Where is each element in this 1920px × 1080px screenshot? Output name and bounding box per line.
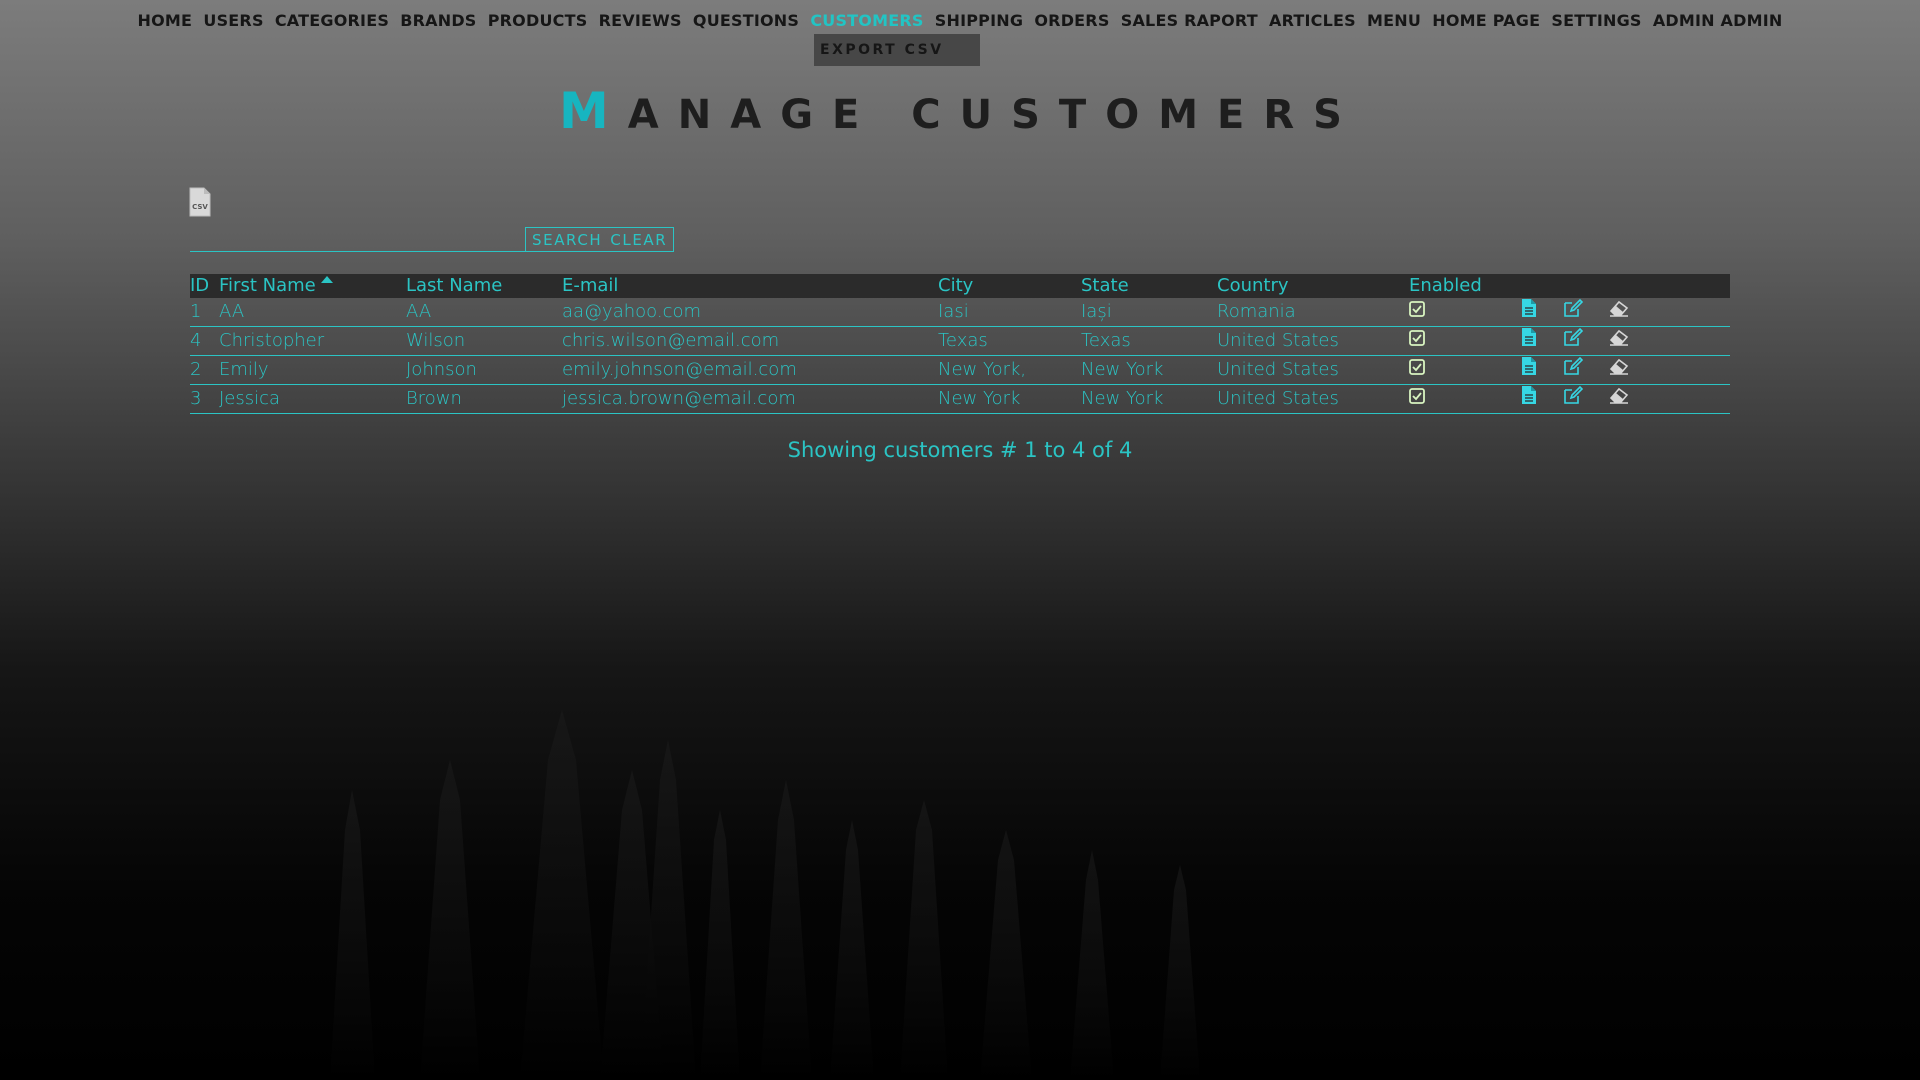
cell-last-name: Johnson <box>406 355 562 385</box>
page-title-rest: ANAGE CUSTOMERS <box>627 92 1361 138</box>
details-icon[interactable] <box>1521 356 1537 384</box>
column-header-last-name[interactable]: Last Name <box>406 274 562 298</box>
search-form: SEARCH CLEAR <box>190 226 685 252</box>
nav-item-account[interactable]: ADMIN ADMIN <box>1647 8 1788 33</box>
csv-file-icon[interactable]: CSV <box>189 187 211 217</box>
column-header-enabled[interactable]: Enabled <box>1409 274 1521 298</box>
cell-id: 2 <box>190 355 219 385</box>
cell-actions <box>1521 355 1730 385</box>
cell-actions <box>1521 384 1730 414</box>
edit-icon[interactable] <box>1563 385 1583 413</box>
cell-email: emily.johnson@email.com <box>562 355 938 385</box>
nav-item-orders[interactable]: ORDERS <box>1029 8 1115 33</box>
nav-item-menu[interactable]: MENU <box>1361 8 1426 33</box>
cell-actions <box>1521 326 1730 356</box>
column-header-id[interactable]: ID <box>190 274 219 298</box>
enabled-checkbox-icon[interactable] <box>1409 357 1425 383</box>
sort-ascending-icon <box>320 276 333 283</box>
cell-country: United States <box>1217 326 1409 356</box>
forest-background <box>0 640 1920 1080</box>
details-icon[interactable] <box>1521 385 1537 413</box>
delete-icon[interactable] <box>1608 357 1630 383</box>
nav-item-shipping[interactable]: SHIPPING <box>929 8 1029 33</box>
cell-enabled <box>1409 355 1521 385</box>
nav-item-reviews[interactable]: REVIEWS <box>593 8 687 33</box>
details-icon[interactable] <box>1521 298 1537 326</box>
cell-first-name: AA <box>219 298 406 327</box>
edit-icon[interactable] <box>1563 327 1583 355</box>
page-title: MANAGE CUSTOMERS <box>0 82 1920 140</box>
table-row: 1 AA AA aa@yahoo.com Iasi Iași Romania <box>190 298 1730 327</box>
column-header-city[interactable]: City <box>938 274 1081 298</box>
search-button[interactable]: SEARCH <box>532 231 602 249</box>
clear-button[interactable]: CLEAR <box>610 231 667 249</box>
nav-item-categories[interactable]: CATEGORIES <box>269 8 394 33</box>
cell-first-name: Christopher <box>219 326 406 356</box>
nav-item-customers[interactable]: CUSTOMERS <box>805 8 929 33</box>
cell-email: chris.wilson@email.com <box>562 326 938 356</box>
nav-item-questions[interactable]: QUESTIONS <box>687 8 804 33</box>
delete-icon[interactable] <box>1608 299 1630 325</box>
cell-id: 3 <box>190 384 219 414</box>
cell-state: New York <box>1081 384 1217 414</box>
cell-country: United States <box>1217 355 1409 385</box>
table-row: 4 Christopher Wilson chris.wilson@email.… <box>190 326 1730 356</box>
column-header-state[interactable]: State <box>1081 274 1217 298</box>
customers-table: ID First Name Last Name E-mail City Stat… <box>190 274 1730 414</box>
enabled-checkbox-icon[interactable] <box>1409 328 1425 354</box>
cell-last-name: AA <box>406 298 562 327</box>
edit-icon[interactable] <box>1563 356 1583 384</box>
cell-state: Texas <box>1081 326 1217 356</box>
table-row: 2 Emily Johnson emily.johnson@email.com … <box>190 355 1730 385</box>
cell-country: Romania <box>1217 298 1409 327</box>
cell-city: Texas <box>938 326 1081 356</box>
enabled-checkbox-icon[interactable] <box>1409 299 1425 325</box>
cell-last-name: Wilson <box>406 326 562 356</box>
column-header-email[interactable]: E-mail <box>562 274 938 298</box>
column-header-actions <box>1521 274 1730 298</box>
cell-city: Iasi <box>938 298 1081 327</box>
table-row: 3 Jessica Brown jessica.brown@email.com … <box>190 384 1730 414</box>
cell-id: 4 <box>190 326 219 356</box>
cell-enabled <box>1409 384 1521 414</box>
nav-item-products[interactable]: PRODUCTS <box>482 8 593 33</box>
cell-email: aa@yahoo.com <box>562 298 938 327</box>
nav-item-articles[interactable]: ARTICLES <box>1263 8 1361 33</box>
cell-city: New York, <box>938 355 1081 385</box>
enabled-checkbox-icon[interactable] <box>1409 386 1425 412</box>
top-nav: HOME USERS CATEGORIES BRANDS PRODUCTS RE… <box>0 8 1920 33</box>
cell-id: 1 <box>190 298 219 327</box>
nav-item-brands[interactable]: BRANDS <box>395 8 482 33</box>
table-header-row: ID First Name Last Name E-mail City Stat… <box>190 274 1730 298</box>
nav-item-sales-raport[interactable]: SALES RAPORT <box>1115 8 1263 33</box>
cell-enabled <box>1409 298 1521 327</box>
page-title-initial: M <box>559 82 628 140</box>
svg-text:CSV: CSV <box>192 203 208 211</box>
cell-email: jessica.brown@email.com <box>562 384 938 414</box>
cell-city: New York <box>938 384 1081 414</box>
delete-icon[interactable] <box>1608 386 1630 412</box>
cell-actions <box>1521 298 1730 327</box>
export-csv-menu-item[interactable]: EXPORT CSV <box>814 34 980 66</box>
nav-item-settings[interactable]: SETTINGS <box>1546 8 1647 33</box>
cell-state: New York <box>1081 355 1217 385</box>
column-header-first-name[interactable]: First Name <box>219 274 406 298</box>
cell-enabled <box>1409 326 1521 356</box>
cell-first-name: Emily <box>219 355 406 385</box>
search-input[interactable] <box>190 226 525 252</box>
cell-country: United States <box>1217 384 1409 414</box>
delete-icon[interactable] <box>1608 328 1630 354</box>
edit-icon[interactable] <box>1563 298 1583 326</box>
nav-item-home-page[interactable]: HOME PAGE <box>1427 8 1546 33</box>
cell-state: Iași <box>1081 298 1217 327</box>
search-buttons: SEARCH CLEAR <box>525 227 675 252</box>
cell-last-name: Brown <box>406 384 562 414</box>
results-summary: Showing customers # 1 to 4 of 4 <box>787 438 1133 462</box>
details-icon[interactable] <box>1521 327 1537 355</box>
nav-item-home[interactable]: HOME <box>132 8 198 33</box>
cell-first-name: Jessica <box>219 384 406 414</box>
column-header-first-name-label: First Name <box>219 275 316 296</box>
nav-item-users[interactable]: USERS <box>198 8 269 33</box>
column-header-country[interactable]: Country <box>1217 274 1409 298</box>
